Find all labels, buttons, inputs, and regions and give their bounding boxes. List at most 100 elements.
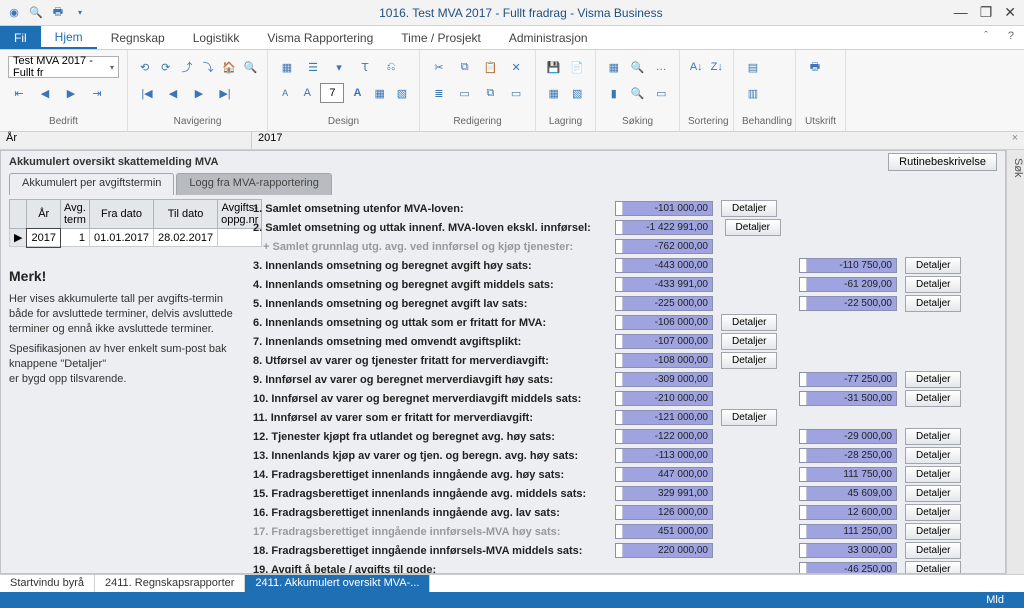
nav-refresh-icon[interactable]: 🏠: [221, 56, 238, 78]
tab-time-prosjekt[interactable]: Time / Prosjekt: [387, 26, 495, 49]
process2-icon[interactable]: ▥: [742, 82, 764, 104]
search-more-icon[interactable]: …: [651, 56, 671, 78]
nav-find-icon[interactable]: 🔍: [242, 56, 259, 78]
palette-icon[interactable]: ▧: [393, 82, 411, 104]
undo-icon[interactable]: ▦: [544, 82, 564, 104]
nav-up-icon[interactable]: ⤴: [178, 56, 195, 78]
cell-til[interactable]: 28.02.2017: [154, 229, 218, 247]
detaljer-button[interactable]: Detaljer: [721, 200, 777, 217]
detaljer-button[interactable]: Detaljer: [725, 219, 781, 236]
cell-ar[interactable]: 2017: [27, 229, 60, 247]
nav-first-icon[interactable]: |◀: [136, 82, 158, 104]
tab-visma-rapportering[interactable]: Visma Rapportering: [253, 26, 387, 49]
font-smaller-icon[interactable]: A: [276, 82, 294, 104]
search-icon[interactable]: 🔍: [28, 5, 44, 21]
paste-icon[interactable]: 📋: [480, 56, 502, 78]
table-row[interactable]: ▶ 2017 1 01.01.2017 28.02.2017: [10, 229, 262, 247]
design-icon-3[interactable]: ▾: [328, 56, 350, 78]
detaljer-button[interactable]: Detaljer: [721, 333, 777, 350]
detaljer-button[interactable]: Detaljer: [905, 447, 961, 464]
design-icon-1[interactable]: ▦: [276, 56, 298, 78]
rows-icon[interactable]: ▭: [454, 82, 476, 104]
tab-hjem[interactable]: Hjem: [41, 26, 97, 49]
search-sidebar[interactable]: Søk: [1006, 150, 1024, 574]
nav-last-icon[interactable]: ▶|: [214, 82, 236, 104]
subtab-logg[interactable]: Logg fra MVA-rapportering: [176, 173, 331, 195]
search-grid-icon[interactable]: 🔍: [628, 56, 648, 78]
close-button[interactable]: ✕: [1004, 4, 1016, 21]
nav-back-icon[interactable]: ⟲: [136, 56, 153, 78]
bold-icon[interactable]: A: [348, 82, 366, 104]
company-combo[interactable]: Test MVA 2017 - Fullt fr▾: [8, 56, 119, 78]
font-larger-icon[interactable]: A: [298, 82, 316, 104]
nav-down-icon[interactable]: ⤵: [200, 56, 217, 78]
print-icon[interactable]: 🖶: [804, 56, 826, 78]
zoom-icon[interactable]: 🔍: [628, 82, 648, 104]
ribbon-collapse-icon[interactable]: ˆ: [974, 26, 998, 49]
print-icon[interactable]: 🖶: [50, 5, 66, 21]
sort-asc-icon[interactable]: A↓: [688, 56, 705, 78]
detaljer-button[interactable]: Detaljer: [905, 428, 961, 445]
copy-icon[interactable]: ⧉: [454, 56, 476, 78]
cut-icon[interactable]: ✂: [428, 56, 450, 78]
tab-regnskap[interactable]: Regnskap: [97, 26, 179, 49]
detaljer-button[interactable]: Detaljer: [905, 295, 961, 312]
minimize-button[interactable]: —: [954, 4, 968, 21]
font-size-input[interactable]: [320, 83, 344, 103]
company-prev-icon[interactable]: ⇤: [8, 82, 30, 104]
detaljer-button[interactable]: Detaljer: [905, 485, 961, 502]
rutine-button[interactable]: Rutinebeskrivelse: [888, 153, 997, 171]
nav-prev-icon[interactable]: ◀: [162, 82, 184, 104]
file-tab[interactable]: Fil: [0, 26, 41, 49]
detaljer-button[interactable]: Detaljer: [905, 257, 961, 274]
nav-next-icon[interactable]: ▶: [188, 82, 210, 104]
qat-dropdown-icon[interactable]: ▾: [72, 5, 88, 21]
bottom-tab-mva[interactable]: 2411. Akkumulert oversikt MVA-...: [245, 575, 430, 592]
company-last-icon[interactable]: ⇥: [86, 82, 108, 104]
zoom-out-icon[interactable]: ▮: [604, 82, 624, 104]
detaljer-button[interactable]: Detaljer: [721, 314, 777, 331]
detaljer-button[interactable]: Detaljer: [905, 561, 961, 573]
company-back-icon[interactable]: ◀: [34, 82, 56, 104]
sort-desc-icon[interactable]: Z↓: [709, 56, 726, 78]
color-icon[interactable]: ▦: [371, 82, 389, 104]
design-icon-5[interactable]: ⎌: [380, 56, 402, 78]
th-til[interactable]: Til dato: [154, 200, 218, 229]
dup-icon[interactable]: ⧉: [480, 82, 502, 104]
open-icon[interactable]: ▭: [505, 82, 527, 104]
bottom-tab-regnskap[interactable]: 2411. Regnskapsrapporter: [95, 575, 245, 592]
detaljer-button[interactable]: Detaljer: [905, 390, 961, 407]
detaljer-button[interactable]: Detaljer: [721, 352, 777, 369]
design-icon-4[interactable]: Ꚍ: [354, 56, 376, 78]
tab-administrasjon[interactable]: Administrasjon: [495, 26, 602, 49]
detaljer-button[interactable]: Detaljer: [721, 409, 777, 426]
company-next-icon[interactable]: ▶: [60, 82, 82, 104]
detaljer-button[interactable]: Detaljer: [905, 542, 961, 559]
filter-icon[interactable]: ▦: [604, 56, 624, 78]
detaljer-button[interactable]: Detaljer: [905, 371, 961, 388]
nav-fwd-icon[interactable]: ⟳: [157, 56, 174, 78]
redo-icon[interactable]: ▧: [568, 82, 588, 104]
cell-term[interactable]: 1: [60, 229, 89, 247]
zoom-in-icon[interactable]: ▭: [651, 82, 671, 104]
design-icon-2[interactable]: ☰: [302, 56, 324, 78]
maximize-button[interactable]: ❐: [980, 4, 993, 21]
detaljer-button[interactable]: Detaljer: [905, 504, 961, 521]
th-fra[interactable]: Fra dato: [89, 200, 153, 229]
help-icon[interactable]: ?: [998, 26, 1024, 49]
bottom-tab-startvindu[interactable]: Startvindu byrå: [0, 575, 95, 592]
detaljer-button[interactable]: Detaljer: [905, 466, 961, 483]
delete-icon[interactable]: ✕: [505, 56, 527, 78]
th-avg[interactable]: Avg. term: [60, 200, 89, 229]
subtab-akkumulert[interactable]: Akkumulert per avgiftstermin: [9, 173, 174, 195]
detaljer-button[interactable]: Detaljer: [905, 523, 961, 540]
th-ar[interactable]: År: [27, 200, 60, 229]
cell-fra[interactable]: 01.01.2017: [89, 229, 153, 247]
save-icon[interactable]: 💾: [544, 56, 564, 78]
process-icon[interactable]: ▤: [742, 56, 764, 78]
address-close-icon[interactable]: ×: [1006, 132, 1024, 149]
save-as-icon[interactable]: 📄: [568, 56, 588, 78]
detaljer-button[interactable]: Detaljer: [905, 276, 961, 293]
insert-row-icon[interactable]: ≣: [428, 82, 450, 104]
tab-logistikk[interactable]: Logistikk: [179, 26, 254, 49]
